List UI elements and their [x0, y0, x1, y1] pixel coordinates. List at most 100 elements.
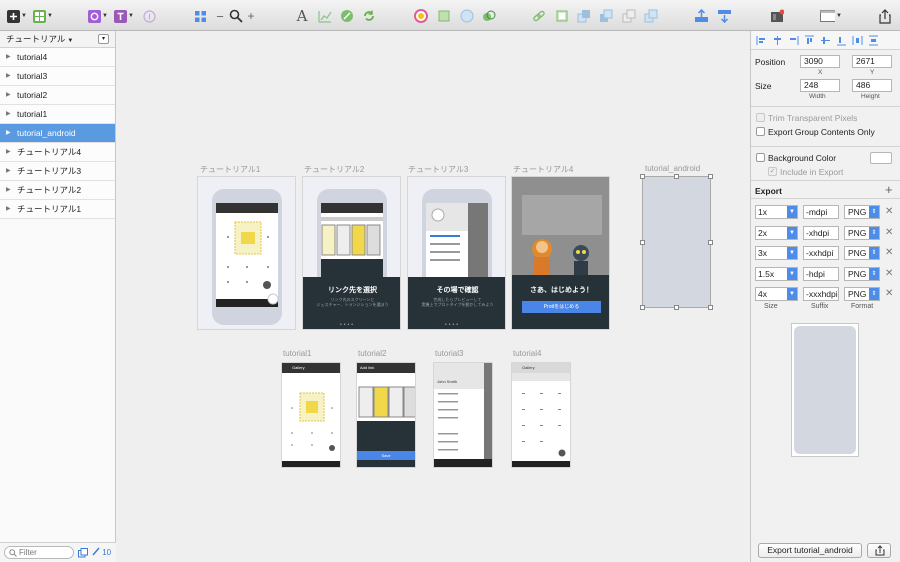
frame-button[interactable]	[554, 8, 570, 24]
align-bottom-icon[interactable]	[836, 35, 847, 46]
artboard-tutorial3[interactable]: John Smith	[433, 362, 493, 468]
share-export-button[interactable]	[867, 543, 891, 558]
resize-handle[interactable]	[674, 305, 679, 310]
resize-handle[interactable]	[640, 305, 645, 310]
width-field[interactable]: 248	[800, 79, 840, 92]
artboard-tutorial-3[interactable]: その場で確認 完成したらプレビューして 実機上でプロトタイプを動かしてみよう •…	[407, 176, 506, 330]
text-style-button[interactable]: ▼	[113, 8, 135, 24]
pencil-tool-button[interactable]	[339, 8, 355, 24]
artboard-tutorial-4[interactable]: さあ、はじめよう！ Prottをはじめる	[511, 176, 610, 330]
artboard-tutorial2[interactable]: Add link Save	[356, 362, 416, 468]
export-suffix-input[interactable]: -xhdpi	[803, 225, 839, 240]
resize-handle[interactable]	[708, 305, 713, 310]
export-suffix-input[interactable]: -hdpi	[803, 266, 839, 281]
zoom-in-button[interactable]: +	[246, 8, 256, 24]
trim-checkbox[interactable]	[756, 113, 765, 122]
resize-handle[interactable]	[708, 174, 713, 179]
disclosure-triangle-icon[interactable]: ▶	[6, 105, 11, 124]
resize-handle[interactable]	[708, 240, 713, 245]
include-export-checkbox[interactable]: ✓	[768, 167, 777, 176]
save-button[interactable]: Save	[357, 451, 415, 460]
resize-handle[interactable]	[674, 174, 679, 179]
flatten-button[interactable]	[481, 8, 497, 24]
layer-item[interactable]: ▶ tutorial_android	[0, 124, 115, 143]
export-format-select[interactable]: PNG ⇕	[844, 246, 880, 260]
layer-item[interactable]: ▶ チュートリアル4	[0, 143, 115, 162]
export-artboard-button[interactable]: Export tutorial_android	[758, 543, 862, 558]
scale-button[interactable]	[459, 8, 475, 24]
export-group-checkbox[interactable]	[756, 127, 765, 136]
zoom-out-button[interactable]: −	[216, 8, 224, 24]
remove-export-button[interactable]: ✕	[885, 205, 893, 219]
distribute-v-icon[interactable]	[868, 35, 879, 46]
artboard-label[interactable]: tutorial_android	[645, 164, 700, 173]
bg-color-checkbox[interactable]	[756, 153, 765, 162]
export-scale-select[interactable]: 1.5x ▼	[755, 266, 798, 281]
export-format-select[interactable]: PNG ⇕	[844, 287, 880, 301]
layer-item[interactable]: ▶ チュートリアル1	[0, 200, 115, 219]
export-scale-select[interactable]: 2x ▼	[755, 225, 798, 240]
grid-view-button[interactable]: ▼	[32, 8, 54, 24]
text-tool-button[interactable]: A	[295, 7, 309, 25]
y-field[interactable]: 2671	[852, 55, 892, 68]
color-button[interactable]	[413, 8, 429, 24]
remove-export-button[interactable]: ✕	[885, 226, 893, 240]
export-suffix-input[interactable]: -xxhdpi	[803, 246, 839, 260]
mirror-button[interactable]	[141, 8, 157, 24]
start-prott-button[interactable]: Prottをはじめる	[522, 301, 601, 313]
disclosure-triangle-icon[interactable]: ▶	[6, 143, 11, 162]
copy-icon[interactable]	[78, 548, 88, 558]
canvas[interactable]: チュートリアル1 チュートリアル2 チュートリアル3 チュートリアル4 tuto…	[117, 31, 749, 562]
export-toolbar-button[interactable]	[693, 8, 709, 24]
remove-export-button[interactable]: ✕	[885, 287, 893, 301]
slice-count[interactable]: 10	[92, 547, 111, 557]
add-export-button[interactable]: +	[885, 182, 893, 197]
zoom-button[interactable]	[228, 8, 244, 24]
artboard-label[interactable]: チュートリアル2	[304, 164, 364, 175]
export-scale-select[interactable]: 3x ▼	[755, 246, 798, 260]
remove-export-button[interactable]: ✕	[885, 246, 893, 260]
backward-button[interactable]	[598, 8, 614, 24]
inspector-button[interactable]	[769, 8, 785, 24]
view-mode-button[interactable]	[193, 8, 207, 24]
symbol-button[interactable]: ▼	[87, 8, 109, 24]
disclosure-triangle-icon[interactable]: ▶	[6, 200, 11, 219]
artboard-label[interactable]: tutorial4	[513, 349, 541, 358]
artboard-label[interactable]: チュートリアル4	[513, 164, 573, 175]
layer-item[interactable]: ▶ tutorial2	[0, 86, 115, 105]
export-scale-select[interactable]: 1x ▼	[755, 205, 798, 219]
align-top-icon[interactable]	[804, 35, 815, 46]
align-right-icon[interactable]	[788, 35, 799, 46]
layer-item[interactable]: ▶ tutorial3	[0, 67, 115, 86]
disclosure-triangle-icon[interactable]: ▶	[6, 67, 11, 86]
chart-tool-button[interactable]	[317, 8, 333, 24]
resize-handle[interactable]	[640, 174, 645, 179]
share-toolbar-button[interactable]	[877, 8, 893, 24]
bg-color-swatch[interactable]	[870, 152, 892, 164]
layer-item[interactable]: ▶ tutorial4	[0, 48, 115, 67]
x-field[interactable]: 3090	[800, 55, 840, 68]
artboard-label[interactable]: tutorial3	[435, 349, 463, 358]
height-field[interactable]: 486	[852, 79, 892, 92]
mask-button[interactable]	[436, 8, 452, 24]
export-format-select[interactable]: PNG ⇕	[844, 205, 880, 219]
ungroup-button[interactable]	[643, 8, 659, 24]
resize-handle[interactable]	[640, 240, 645, 245]
page-selector[interactable]: チュートリアル ▼ ▾	[0, 31, 115, 48]
artboard-tutorial1[interactable]: Gallery	[281, 362, 341, 468]
layer-item[interactable]: ▶ チュートリアル3	[0, 162, 115, 181]
export-scale-select[interactable]: 4x ▼	[755, 287, 798, 301]
rotate-button[interactable]	[361, 8, 377, 24]
artboard-tutorial-2[interactable]: リンク先を選択 リンク先のスクリーンと ジェスチャー、トランジションを選ぼう •…	[302, 176, 401, 330]
align-middle-icon[interactable]	[820, 35, 831, 46]
export-suffix-input[interactable]: -mdpi	[803, 205, 839, 219]
artboard-label[interactable]: tutorial2	[358, 349, 386, 358]
window-layout-button[interactable]: ▼	[820, 8, 842, 24]
disclosure-triangle-icon[interactable]: ▶	[6, 86, 11, 105]
forward-button[interactable]	[576, 8, 592, 24]
layer-item[interactable]: ▶ チュートリアル2	[0, 181, 115, 200]
slice-button[interactable]	[716, 8, 732, 24]
artboard-tutorial-1[interactable]	[197, 176, 296, 330]
layer-item[interactable]: ▶ tutorial1	[0, 105, 115, 124]
export-format-select[interactable]: PNG ⇕	[844, 266, 880, 281]
